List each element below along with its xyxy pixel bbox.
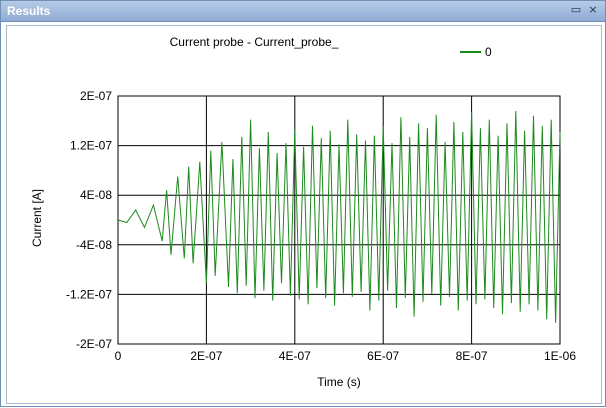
y-tick-label: 1.2E-07 <box>70 139 112 153</box>
close-icon[interactable]: × <box>586 3 600 17</box>
y-tick-label: 4E-08 <box>80 188 112 202</box>
y-axis-label: Current [A] <box>30 189 44 247</box>
legend-label: 0 <box>485 45 492 59</box>
x-tick-label: 4E-07 <box>279 349 311 363</box>
y-tick-label: -2E-07 <box>76 337 112 351</box>
axis-ticks: 0 2E-07 4E-07 6E-07 8E-07 1E-06 2E-07 1.2E-07 4E… <box>66 89 576 363</box>
x-tick-label: 0 <box>115 349 122 363</box>
y-tick-label: -1.2E-07 <box>66 287 112 301</box>
x-tick-label: 2E-07 <box>190 349 222 363</box>
results-window: Results ▭ × Current probe - Current_prob… <box>0 0 606 407</box>
chart-title: Current probe - Current_probe_ <box>170 35 339 49</box>
window-title: Results <box>7 4 51 18</box>
y-tick-label: 2E-07 <box>80 89 112 103</box>
window-titlebar[interactable]: Results ▭ × <box>1 1 605 22</box>
current-chart: Current probe - Current_probe_ Time (s) … <box>30 35 576 389</box>
plot-area: Current probe - Current_probe_ Time (s) … <box>6 25 602 404</box>
x-tick-label: 8E-07 <box>456 349 488 363</box>
legend: 0 <box>460 45 492 59</box>
y-tick-label: -4E-08 <box>76 238 112 252</box>
x-tick-label: 6E-07 <box>367 349 399 363</box>
x-axis-label: Time (s) <box>317 375 361 389</box>
maximize-icon[interactable]: ▭ <box>569 3 583 17</box>
series-line <box>117 110 561 323</box>
series-lines <box>117 110 561 323</box>
x-tick-label: 1E-06 <box>544 349 576 363</box>
